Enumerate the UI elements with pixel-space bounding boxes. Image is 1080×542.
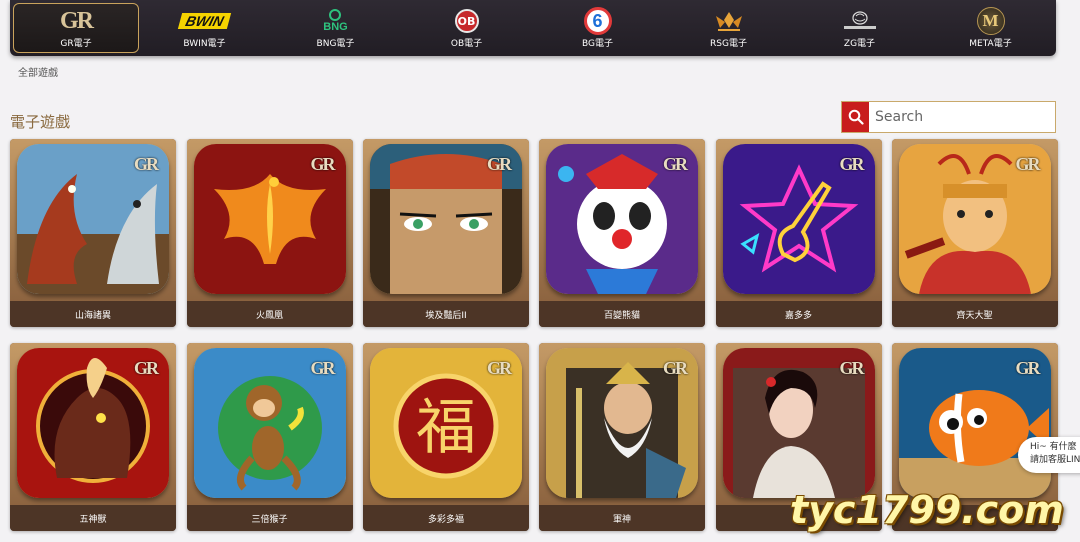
bwin-logo-icon: BWIN (177, 7, 232, 35)
gr-badge-icon: GR (839, 154, 865, 174)
chat-line-2: 請加客服LIN (1030, 455, 1080, 465)
game-card[interactable]: GR 軍神 (539, 343, 705, 531)
game-thumbnail: GR (891, 139, 1058, 301)
game-card[interactable]: GR 火鳳凰 (186, 139, 353, 327)
game-name: 嘉多多 (715, 301, 882, 327)
provider-label: GR電子 (60, 39, 92, 49)
game-thumbnail: 福 GR (363, 343, 529, 505)
breadcrumb-all-games[interactable]: 全部遊戲 (18, 64, 58, 79)
watermark: tyc1799.com (790, 488, 1064, 532)
chat-bubble[interactable]: Hi~ 有什麼 請加客服LIN (1018, 437, 1080, 473)
provider-tab-ob[interactable]: OB OB電子 (401, 0, 532, 56)
game-thumbnail: GR (539, 343, 705, 505)
provider-nav: GR GR電子 BWIN BWIN電子 BNG BNG電子 OB OB電子 6 BG電子 RSG電子… (10, 0, 1056, 56)
gr-badge-icon: GR (310, 358, 336, 378)
gr-badge-icon: GR (134, 358, 159, 378)
search-input[interactable] (869, 102, 1055, 132)
game-card[interactable]: GR 五神獸 (10, 343, 176, 531)
gr-badge-icon: GR (1015, 154, 1041, 174)
search-icon (848, 109, 864, 125)
provider-tab-bng[interactable]: BNG BNG電子 (270, 0, 401, 56)
game-card[interactable]: 福 GR 多彩多福 (363, 343, 529, 531)
ob-logo-icon: OB (454, 7, 479, 35)
game-card[interactable]: GR 嘉多多 (715, 139, 882, 327)
search-box (841, 101, 1056, 133)
meta-logo-icon: M (976, 7, 1005, 35)
chat-line-1: Hi~ 有什麼 (1030, 442, 1077, 452)
game-thumbnail: GR (10, 343, 176, 505)
game-name: 火鳳凰 (186, 301, 353, 327)
game-name: 百變熊貓 (539, 301, 705, 327)
bg-logo-icon: 6 (583, 7, 612, 35)
gr-logo-icon: GR (60, 7, 94, 34)
search-button[interactable] (842, 102, 869, 132)
game-card[interactable]: GR 百變熊貓 (539, 139, 705, 327)
game-name: 三倍猴子 (186, 505, 353, 531)
provider-label: ZG電子 (843, 39, 876, 49)
game-thumbnail: GR (186, 139, 353, 301)
game-name: 五神獸 (10, 505, 176, 531)
gr-badge-icon: GR (134, 154, 159, 174)
game-name: 齊天大聖 (891, 301, 1058, 327)
provider-label: OB電子 (450, 39, 483, 49)
game-thumbnail: GR (539, 139, 705, 301)
game-card[interactable]: GR 齊天大聖 (891, 139, 1058, 327)
provider-label: RSG電子 (710, 39, 747, 49)
gr-badge-icon: GR (1015, 358, 1041, 378)
provider-label: BWIN電子 (183, 39, 226, 49)
gr-badge-icon: GR (487, 358, 512, 378)
provider-label: META電子 (969, 39, 1012, 49)
game-thumbnail: GR (363, 139, 529, 301)
bng-logo-icon: BNG (323, 7, 348, 35)
game-card[interactable]: GR 三倍猴子 (186, 343, 353, 531)
game-card[interactable]: GR 埃及豔后II (363, 139, 529, 327)
game-name: 山海諸異 (10, 301, 176, 327)
game-thumbnail: GR (186, 343, 353, 505)
game-name: 多彩多福 (363, 505, 529, 531)
gr-badge-icon: GR (663, 154, 688, 174)
game-thumbnail: GR (715, 343, 882, 505)
provider-label: BG電子 (582, 39, 613, 49)
section-title: 電子遊戲 (10, 113, 71, 131)
game-thumbnail: GR (10, 139, 176, 301)
zg-logo-icon (838, 7, 882, 35)
provider-tab-rsg[interactable]: RSG電子 (663, 0, 794, 56)
gr-badge-icon: GR (310, 154, 336, 174)
provider-tab-gr[interactable]: GR GR電子 (13, 3, 139, 53)
gr-badge-icon: GR (663, 358, 688, 378)
provider-tab-meta[interactable]: M META電子 (925, 0, 1056, 56)
game-card[interactable]: GR 山海諸異 (10, 139, 176, 327)
rsg-logo-icon (712, 7, 746, 35)
gr-badge-icon: GR (487, 154, 512, 174)
game-thumbnail: GR (891, 343, 1058, 505)
svg-text:福: 福 (416, 393, 476, 463)
game-name: 埃及豔后II (363, 301, 529, 327)
gr-badge-icon: GR (839, 358, 865, 378)
game-name: 軍神 (539, 505, 705, 531)
provider-label: BNG電子 (316, 39, 355, 49)
provider-tab-bg[interactable]: 6 BG電子 (532, 0, 663, 56)
game-thumbnail: GR (715, 139, 882, 301)
provider-tab-bwin[interactable]: BWIN BWIN電子 (139, 0, 270, 56)
provider-tab-zg[interactable]: ZG電子 (794, 0, 925, 56)
